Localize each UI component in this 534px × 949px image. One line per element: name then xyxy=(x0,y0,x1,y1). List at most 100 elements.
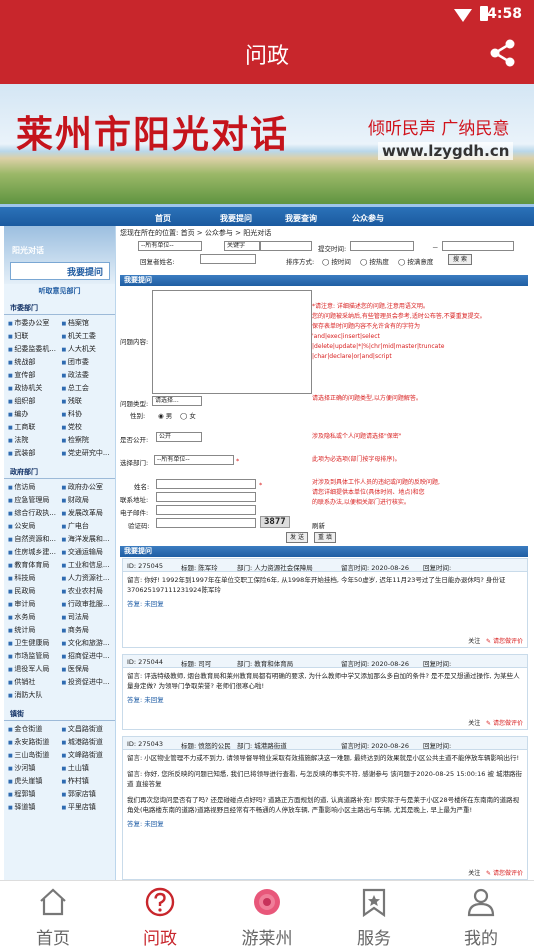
sidebar-dept-link[interactable]: 驿道镇 xyxy=(6,801,60,814)
question-reply-text[interactable]: 答复: 未回复 xyxy=(127,696,164,704)
sidebar-dept-link[interactable]: 农业农村局 xyxy=(60,585,114,598)
sidebar-dept-link[interactable]: 土山镇 xyxy=(60,762,114,775)
search-button[interactable]: 搜 索 xyxy=(448,254,472,265)
sidebar-dept-link[interactable]: 住房城乡建... xyxy=(6,546,60,559)
nav-home[interactable]: 首页 xyxy=(155,213,171,224)
sidebar-dept-link[interactable]: 民政局 xyxy=(6,585,60,598)
sidebar-dept-link[interactable]: 党史研究中... xyxy=(60,447,114,460)
dept-select[interactable]: --所有单位-- xyxy=(154,455,234,465)
sidebar-dept-link[interactable]: 文昌路街道 xyxy=(60,723,114,736)
sidebar-dept-link[interactable]: 发展改革局 xyxy=(60,507,114,520)
end-date-input[interactable] xyxy=(442,241,514,251)
sidebar-dept-link[interactable]: 机关工委 xyxy=(60,330,114,343)
sidebar-dept-link[interactable]: 三山岛街道 xyxy=(6,749,60,762)
sidebar-dept-link[interactable]: 广电台 xyxy=(60,520,114,533)
sidebar-dept-link[interactable]: 海洋发展和... xyxy=(60,533,114,546)
sidebar-dept-link[interactable]: 信访局 xyxy=(6,481,60,494)
gender-male-radio[interactable]: ◉ 男 xyxy=(158,410,172,420)
reset-button[interactable]: 重 填 xyxy=(314,532,336,543)
sidebar-dept-link[interactable]: 工商联 xyxy=(6,421,60,434)
sidebar-dept-link[interactable]: 医保局 xyxy=(60,663,114,676)
sidebar-dept-link[interactable]: 司法局 xyxy=(60,611,114,624)
evaluate-link[interactable]: ✎ 请您做评价 xyxy=(486,720,523,727)
sidebar-dept-link[interactable]: 科协 xyxy=(60,408,114,421)
sidebar-dept-link[interactable]: 市场监管局 xyxy=(6,650,60,663)
sidebar-dept-link[interactable]: 公安局 xyxy=(6,520,60,533)
nav-ask[interactable]: 我要提问 xyxy=(220,213,252,224)
email-input[interactable] xyxy=(156,505,256,515)
sidebar-dept-link[interactable]: 科技局 xyxy=(6,572,60,585)
keyword-input[interactable] xyxy=(260,241,312,251)
sidebar-dept-link[interactable]: 城港路街道 xyxy=(60,736,114,749)
sidebar-dept-link[interactable]: 人力资源社... xyxy=(60,572,114,585)
sidebar-dept-link[interactable]: 市委办公室 xyxy=(6,317,60,330)
follow-link[interactable]: 关注 xyxy=(468,870,480,877)
sidebar-dept-link[interactable]: 政协机关 xyxy=(6,382,60,395)
sidebar-dept-link[interactable]: 残联 xyxy=(60,395,114,408)
sidebar-dept-link[interactable]: 总工会 xyxy=(60,382,114,395)
sidebar-dept-link[interactable]: 人大机关 xyxy=(60,343,114,356)
question-reply-text[interactable]: 答复: 未回复 xyxy=(127,600,164,608)
sidebar-dept-link[interactable]: 统计局 xyxy=(6,624,60,637)
sidebar-dept-link[interactable]: 行政审批服... xyxy=(60,598,114,611)
sidebar-dept-link[interactable]: 虎头崖镇 xyxy=(6,775,60,788)
sidebar-dept-link[interactable]: 供销社 xyxy=(6,676,60,689)
sort-by-satisfaction[interactable]: ◯ 按满意度 xyxy=(398,256,433,266)
sidebar-dept-link[interactable]: 教育体育局 xyxy=(6,559,60,572)
sidebar-dept-link[interactable]: 组织部 xyxy=(6,395,60,408)
sidebar-dept-link[interactable]: 法院 xyxy=(6,434,60,447)
evaluate-link[interactable]: ✎ 请您做评价 xyxy=(486,870,523,877)
sidebar-dept-link[interactable]: 档案馆 xyxy=(60,317,114,330)
sidebar-dept-link[interactable]: 招商促进中... xyxy=(60,650,114,663)
reply-name-input[interactable] xyxy=(200,254,256,264)
sidebar-dept-link[interactable]: 武装部 xyxy=(6,447,60,460)
sidebar-dept-link[interactable]: 柞村镇 xyxy=(60,775,114,788)
sidebar-dept-link[interactable]: 财政局 xyxy=(60,494,114,507)
sidebar-dept-link[interactable]: 商务局 xyxy=(60,624,114,637)
filter-keyword-select[interactable]: 关键字 xyxy=(224,241,260,251)
sidebar-dept-link[interactable]: 纪委监委机... xyxy=(6,343,60,356)
sidebar-dept-link[interactable]: 妇联 xyxy=(6,330,60,343)
sidebar-dept-link[interactable]: 文峰路街道 xyxy=(60,749,114,762)
follow-link[interactable]: 关注 xyxy=(468,638,480,645)
sidebar-dept-link[interactable]: 政法委 xyxy=(60,369,114,382)
captcha-refresh[interactable]: 刷新 xyxy=(312,520,325,530)
public-select[interactable]: 公开 xyxy=(156,432,202,442)
content-textarea[interactable] xyxy=(152,290,312,394)
address-input[interactable] xyxy=(156,492,256,502)
question-reply-text[interactable]: 答复: 未回复 xyxy=(127,820,164,828)
submit-button[interactable]: 发 送 xyxy=(286,532,308,543)
sort-by-time[interactable]: ◯ 按时间 xyxy=(322,256,351,266)
sidebar-dept-link[interactable]: 卫生健康局 xyxy=(6,637,60,650)
question-title[interactable]: 标题: 司可 xyxy=(181,658,211,668)
sidebar-dept-link[interactable]: 平里店镇 xyxy=(60,801,114,814)
tab-tour[interactable]: 游莱州 xyxy=(214,881,320,949)
nav-query[interactable]: 我要查询 xyxy=(285,213,317,224)
sidebar-dept-link[interactable]: 检察院 xyxy=(60,434,114,447)
question-title[interactable]: 标题: 愤怒的公民 xyxy=(181,740,231,750)
sidebar-dept-link[interactable]: 统战部 xyxy=(6,356,60,369)
sidebar-dept-link[interactable]: 宣传部 xyxy=(6,369,60,382)
sidebar-dept-link[interactable]: 编办 xyxy=(6,408,60,421)
filter-dept-select[interactable]: --所有单位-- xyxy=(138,241,202,251)
sidebar-dept-link[interactable]: 金仓街道 xyxy=(6,723,60,736)
sidebar-dept-link[interactable]: 工业和信息... xyxy=(60,559,114,572)
sidebar-dept-link[interactable]: 交通运输局 xyxy=(60,546,114,559)
share-icon[interactable] xyxy=(488,38,518,68)
sidebar-dept-link[interactable]: 政府办公室 xyxy=(60,481,114,494)
tab-wenzheng[interactable]: 问政 xyxy=(107,881,213,949)
tab-home[interactable]: 首页 xyxy=(0,881,106,949)
sidebar-dept-link[interactable]: 程郭镇 xyxy=(6,788,60,801)
type-select[interactable]: 请选择... xyxy=(152,396,202,406)
sidebar-dept-link[interactable]: 党校 xyxy=(60,421,114,434)
sidebar-dept-link[interactable]: 审计局 xyxy=(6,598,60,611)
name-input[interactable] xyxy=(156,479,256,489)
gender-female-radio[interactable]: ◯ 女 xyxy=(180,410,196,420)
follow-link[interactable]: 关注 xyxy=(468,720,480,727)
sidebar-dept-link[interactable]: 应急管理局 xyxy=(6,494,60,507)
sidebar-dept-link[interactable]: 水务局 xyxy=(6,611,60,624)
sidebar-dept-link[interactable]: 投资促进中... xyxy=(60,676,114,689)
sidebar-dept-link[interactable]: 综合行政执... xyxy=(6,507,60,520)
sidebar-dept-link[interactable]: 永安路街道 xyxy=(6,736,60,749)
captcha-input[interactable] xyxy=(156,518,256,528)
